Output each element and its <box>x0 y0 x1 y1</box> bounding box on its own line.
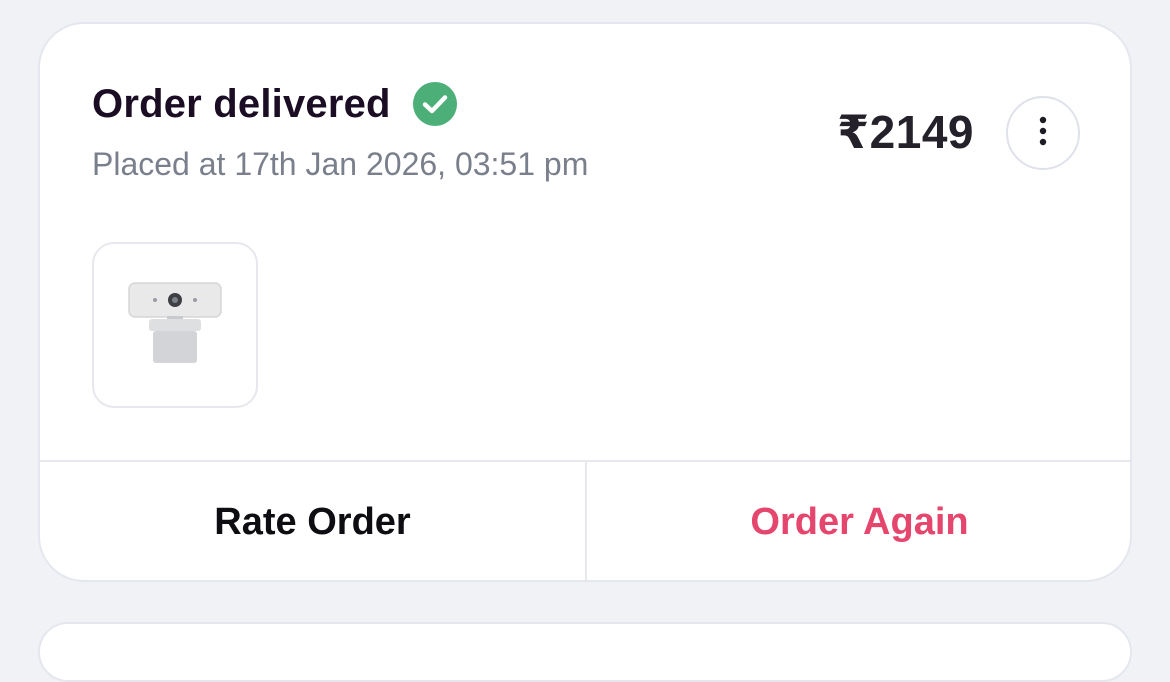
rate-order-button[interactable]: Rate Order <box>40 462 585 580</box>
check-circle-icon <box>412 82 457 126</box>
order-status-row: Order delivered <box>92 80 457 128</box>
order-placed-timestamp: Placed at 17th Jan 2026, 03:51 pm <box>92 146 589 182</box>
order-status-title: Order delivered <box>92 82 391 126</box>
order-card[interactable]: Order delivered Placed at 17th Jan 2026,… <box>38 22 1132 582</box>
webcam-product-image <box>125 273 225 378</box>
order-again-button[interactable]: Order Again <box>587 462 1130 580</box>
more-vertical-icon <box>1038 116 1048 151</box>
next-order-card[interactable] <box>38 622 1132 682</box>
product-thumbnail[interactable] <box>92 242 258 408</box>
more-options-button[interactable] <box>1006 96 1080 170</box>
order-price: ₹2149 <box>837 106 974 158</box>
